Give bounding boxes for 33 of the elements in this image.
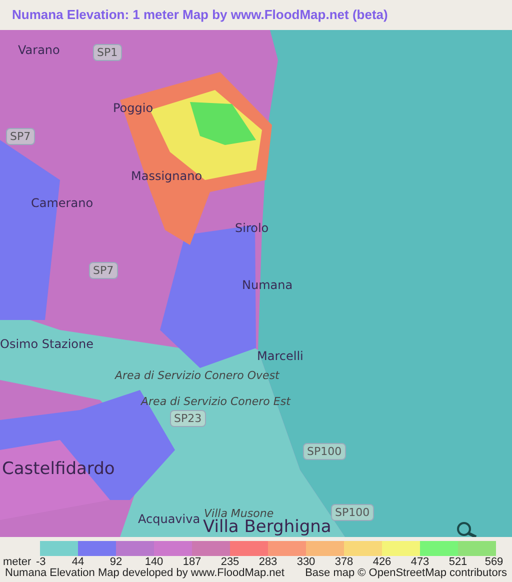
legend-value: 44 [72, 557, 84, 568]
legend-value: 283 [258, 557, 278, 568]
legend-value: 378 [334, 557, 354, 568]
legend-value: 235 [220, 557, 240, 568]
footer-credit: Numana Elevation Map developed by www.FloodMap.net [5, 568, 284, 579]
legend-value: 140 [144, 557, 164, 568]
road-number-label: SP7 [6, 128, 35, 145]
place-label: Marcelli [257, 350, 304, 362]
road-number-label: SP100 [303, 443, 346, 460]
place-label: Varano [18, 44, 60, 56]
place-label: Osimo Stazione [0, 338, 94, 350]
legend-value: 473 [410, 557, 430, 568]
map-title: Numana Elevation: 1 meter Map by www.FloodMap.net (beta) [12, 6, 388, 24]
place-label: Poggio [113, 102, 154, 114]
footer-attribution: Base map © OpenStreetMap contributors [305, 568, 507, 579]
place-label: Acquaviva [138, 513, 200, 525]
road-number-label: SP7 [89, 262, 118, 279]
legend-unit: meter [3, 557, 32, 568]
place-label: Sirolo [235, 222, 269, 234]
legend-value: -3 [36, 557, 46, 568]
place-label: Massignano [131, 170, 202, 182]
road-number-label: SP100 [331, 504, 374, 521]
place-label: Area di Servizio Conero Ovest [115, 370, 280, 381]
road-number-label: SP1 [93, 44, 122, 61]
place-label: Villa Musone [204, 508, 274, 519]
legend-value: 330 [296, 557, 316, 568]
town-label: Villa Berghigna [203, 519, 332, 536]
road-number-label: SP23 [170, 410, 206, 427]
legend-value: 569 [484, 557, 504, 568]
legend-value: 92 [110, 557, 122, 568]
legend-value: 187 [182, 557, 202, 568]
legend-value: 521 [448, 557, 468, 568]
legend-value: 426 [372, 557, 392, 568]
